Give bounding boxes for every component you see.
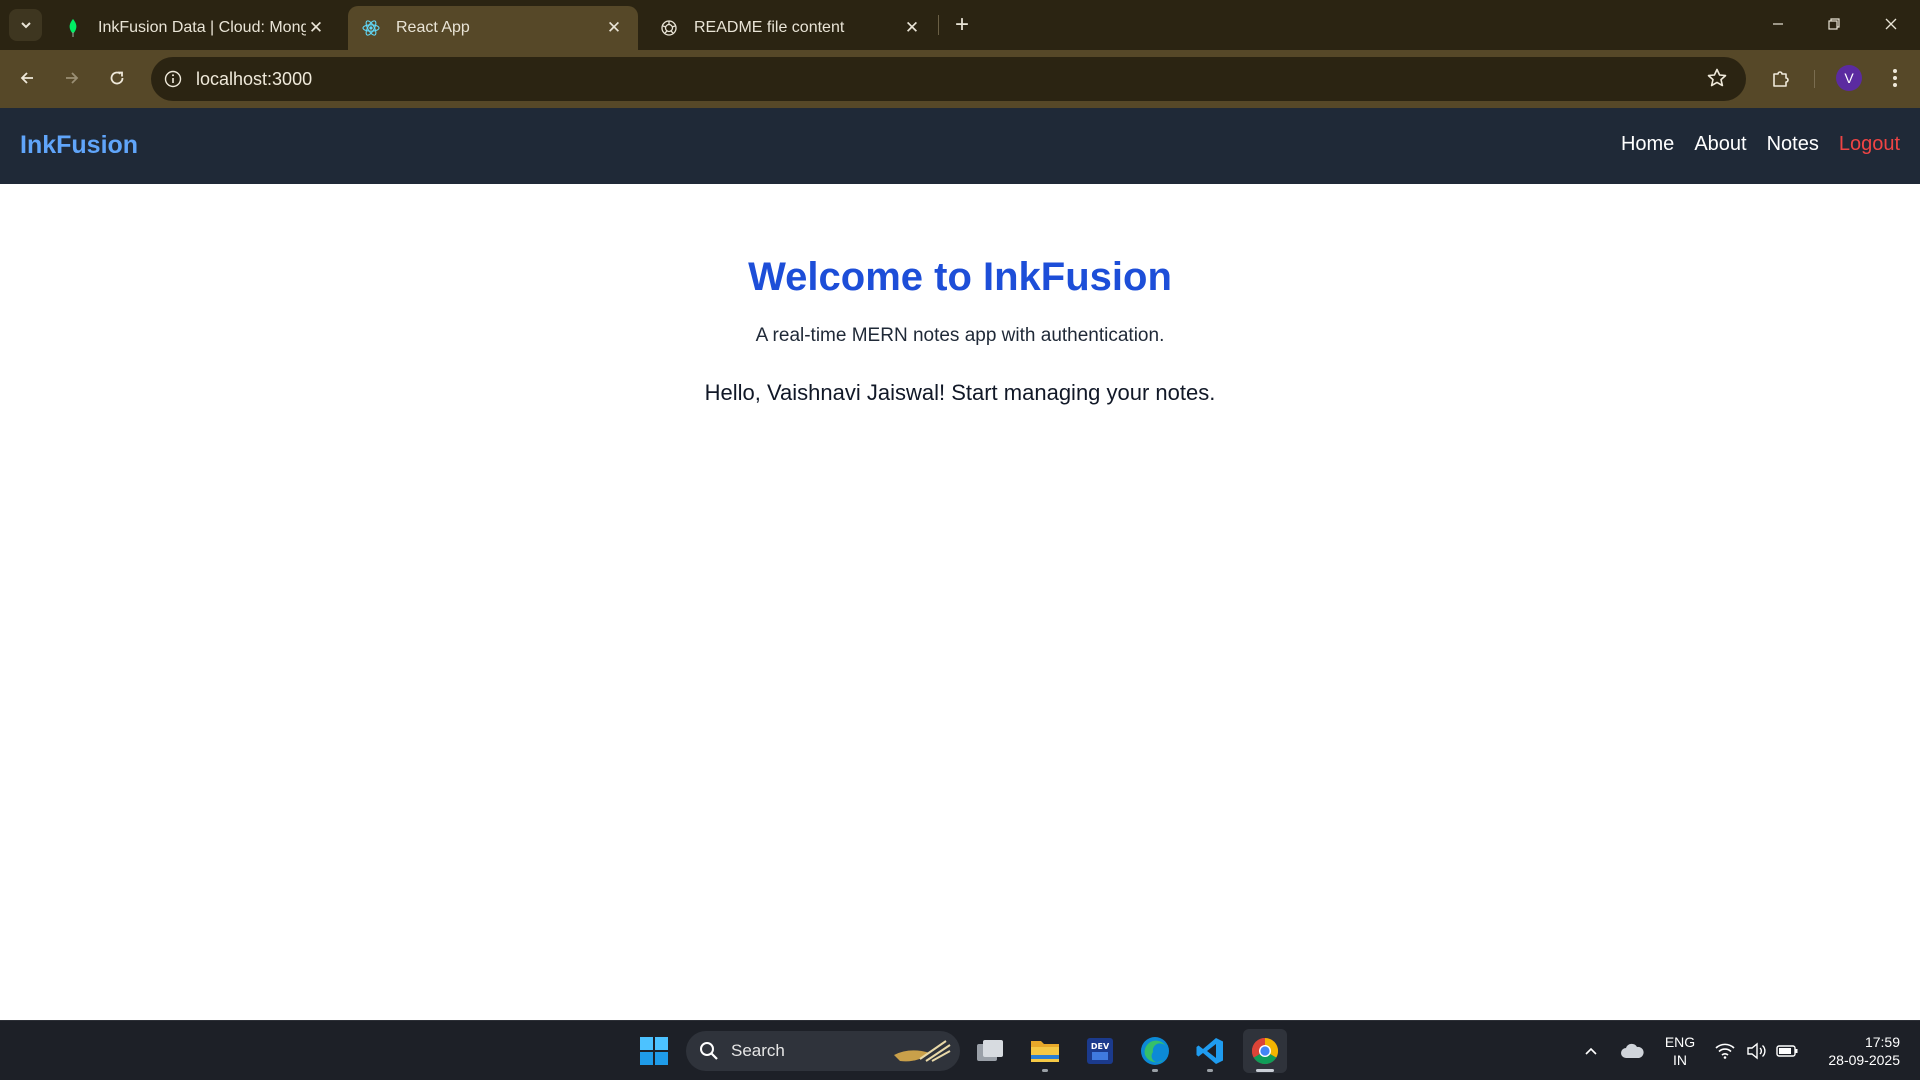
close-icon[interactable]: ✕ xyxy=(306,18,326,38)
window-restore-button[interactable] xyxy=(1814,8,1854,40)
reload-button[interactable] xyxy=(102,63,132,93)
kebab-menu-icon xyxy=(1893,69,1897,87)
input-language-indicator[interactable]: ENG IN xyxy=(1660,1033,1700,1069)
nav-link-about[interactable]: About xyxy=(1694,133,1746,156)
back-button[interactable] xyxy=(12,63,42,93)
puzzle-piece-icon xyxy=(1773,71,1789,87)
battery-icon xyxy=(1776,1045,1798,1057)
logout-button[interactable]: Logout xyxy=(1839,133,1900,156)
close-icon[interactable]: ✕ xyxy=(902,18,922,38)
page-subtitle: A real-time MERN notes app with authenti… xyxy=(755,325,1165,346)
running-indicator xyxy=(1207,1069,1213,1072)
tab-title: React App xyxy=(396,19,470,36)
nav-links: Home About Notes Logout xyxy=(1621,133,1900,156)
page-title: Welcome to InkFusion xyxy=(748,255,1172,299)
chevron-up-icon xyxy=(1585,1047,1597,1055)
running-indicator xyxy=(1042,1069,1048,1072)
extensions-button[interactable] xyxy=(1766,63,1796,93)
minimize-icon xyxy=(1773,23,1783,25)
volume-status[interactable] xyxy=(1740,1029,1774,1073)
dev-home-icon: DEV xyxy=(1087,1038,1113,1064)
mongodb-leaf-icon xyxy=(64,19,82,37)
start-button[interactable] xyxy=(632,1029,676,1073)
tab-title: InkFusion Data | Cloud: MongoDB xyxy=(98,19,306,36)
browser-menu-button[interactable] xyxy=(1880,63,1910,93)
reload-icon xyxy=(110,71,124,85)
taskbar-file-explorer[interactable] xyxy=(1023,1029,1067,1073)
bookmark-star-icon[interactable] xyxy=(1706,67,1728,94)
chevron-down-icon xyxy=(20,22,31,29)
close-icon[interactable]: ✕ xyxy=(604,18,624,38)
url-text[interactable]: localhost:3000 xyxy=(196,69,312,90)
speaker-icon xyxy=(1747,1042,1766,1060)
taskbar-search[interactable]: Search xyxy=(686,1031,960,1071)
windows-taskbar: Search DEV ENG IN 17:59 28-09-2025 xyxy=(0,1020,1920,1080)
vscode-icon xyxy=(1196,1038,1223,1064)
onedrive-button[interactable] xyxy=(1612,1029,1652,1073)
taskbar-chrome[interactable] xyxy=(1243,1029,1287,1073)
task-view-icon xyxy=(977,1040,1003,1061)
taskbar-vscode[interactable] xyxy=(1188,1029,1232,1073)
app-navbar: InkFusion Home About Notes Logout xyxy=(0,108,1920,184)
browser-tabstrip: InkFusion Data | Cloud: MongoDB ✕ React … xyxy=(0,0,1920,50)
address-bar[interactable]: localhost:3000 xyxy=(151,57,1746,101)
tab-divider xyxy=(938,15,939,35)
windows-start-icon xyxy=(640,1037,668,1065)
nav-link-home[interactable]: Home xyxy=(1621,133,1674,156)
show-hidden-icons-button[interactable] xyxy=(1571,1029,1611,1073)
browser-tab-react-app[interactable]: React App ✕ xyxy=(348,6,638,50)
taskbar-task-view[interactable] xyxy=(968,1029,1012,1073)
edge-icon xyxy=(1141,1037,1169,1065)
home-content: Welcome to InkFusion A real-time MERN no… xyxy=(0,184,1920,406)
system-clock[interactable]: 17:59 28-09-2025 xyxy=(1810,1033,1900,1069)
file-explorer-icon xyxy=(1031,1041,1059,1062)
window-close-button[interactable] xyxy=(1871,8,1911,40)
restore-icon xyxy=(1828,18,1840,30)
taskbar-edge[interactable] xyxy=(1133,1029,1177,1073)
search-icon xyxy=(700,1042,718,1060)
new-tab-button[interactable]: + xyxy=(950,11,974,38)
chrome-icon xyxy=(1251,1037,1279,1065)
language-code: ENG xyxy=(1664,1034,1696,1050)
wifi-icon xyxy=(1715,1043,1735,1059)
profile-avatar[interactable]: V xyxy=(1836,65,1862,91)
chatgpt-icon xyxy=(660,19,678,37)
toolbar-divider xyxy=(1814,70,1815,88)
window-minimize-button[interactable] xyxy=(1758,8,1798,40)
browser-toolbar: localhost:3000 V xyxy=(0,50,1920,108)
running-indicator xyxy=(1256,1069,1274,1072)
browser-tab-readme[interactable]: README file content ✕ xyxy=(646,6,936,50)
clock-time: 17:59 xyxy=(1864,1034,1900,1050)
region-code: IN xyxy=(1673,1052,1687,1068)
svg-text:DEV: DEV xyxy=(1091,1042,1110,1051)
arrow-right-icon xyxy=(66,72,79,84)
nav-link-notes[interactable]: Notes xyxy=(1767,133,1819,156)
clock-date: 28-09-2025 xyxy=(1828,1052,1900,1068)
user-greeting: Hello, Vaishnavi Jaiswal! Start managing… xyxy=(704,380,1216,405)
battery-status[interactable] xyxy=(1770,1029,1804,1073)
tab-search-button[interactable] xyxy=(9,9,42,41)
cloud-icon xyxy=(1621,1043,1644,1058)
browser-tab-mongodb[interactable]: InkFusion Data | Cloud: MongoDB ✕ xyxy=(50,6,340,50)
search-highlight-icon xyxy=(894,1040,951,1062)
taskbar-dev-home[interactable]: DEV xyxy=(1078,1029,1122,1073)
running-indicator xyxy=(1152,1069,1158,1072)
site-info-icon[interactable] xyxy=(160,66,186,92)
tab-title: README file content xyxy=(694,19,845,36)
forward-button[interactable] xyxy=(57,63,87,93)
close-icon xyxy=(1885,18,1897,30)
search-label: Search xyxy=(731,1041,785,1060)
wifi-status[interactable] xyxy=(1708,1029,1742,1073)
arrow-left-icon xyxy=(20,72,33,84)
brand-logo[interactable]: InkFusion xyxy=(20,131,138,160)
react-icon xyxy=(362,19,380,37)
